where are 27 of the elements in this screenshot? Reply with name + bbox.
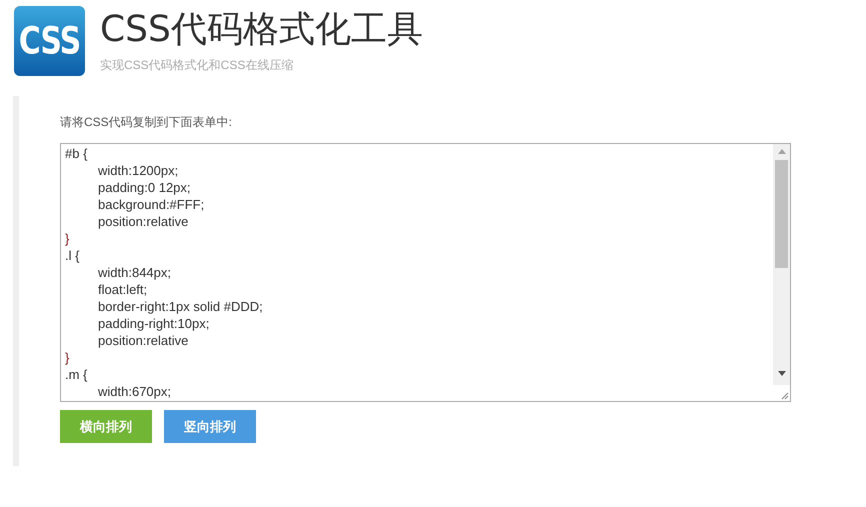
code-line: position:relative bbox=[98, 333, 188, 348]
scrollbar[interactable] bbox=[773, 144, 790, 401]
code-line: .l { bbox=[65, 248, 80, 263]
code-line: } bbox=[65, 231, 70, 246]
code-line: padding:0 12px; bbox=[98, 180, 191, 195]
page-title: CSS代码格式化工具 bbox=[100, 10, 423, 50]
instruction-text: 请将CSS代码复制到下面表单中: bbox=[60, 114, 234, 131]
page-subtitle: 实现CSS代码格式化和CSS在线压缩 bbox=[100, 57, 294, 74]
code-line: width:670px; bbox=[98, 384, 171, 399]
code-line: width:1200px; bbox=[98, 163, 178, 178]
code-line: width:844px; bbox=[98, 265, 171, 280]
code-line: #b { bbox=[65, 146, 88, 161]
arrange-button[interactable]: 横向排列 bbox=[60, 410, 152, 443]
code-line: } bbox=[65, 350, 70, 365]
logo-text: CSS bbox=[18, 18, 80, 65]
code-line: border-right:1px solid #DDD; bbox=[98, 299, 263, 314]
scroll-down-icon[interactable] bbox=[778, 371, 786, 376]
code-line: float:left; bbox=[98, 282, 148, 297]
resize-handle-icon[interactable] bbox=[773, 385, 790, 401]
code-line: position:relative bbox=[98, 214, 188, 229]
scroll-up-icon[interactable] bbox=[778, 149, 786, 154]
scrollbar-thumb[interactable] bbox=[775, 160, 788, 268]
code-line: background:#FFF; bbox=[98, 197, 204, 212]
arrange-button[interactable]: 竖向排列 bbox=[164, 410, 256, 443]
code-input-field[interactable]: #b { width:1200px; padding:0 12px; background:#FFF; position:relative } .l { width:844px; float:left; border-right:1px solid #DDD; padding-right:10px; position:relative } .m { width:670px; bbox=[60, 143, 791, 402]
code-line: .m { bbox=[65, 367, 88, 382]
code-line: padding-right:10px; bbox=[98, 316, 210, 331]
